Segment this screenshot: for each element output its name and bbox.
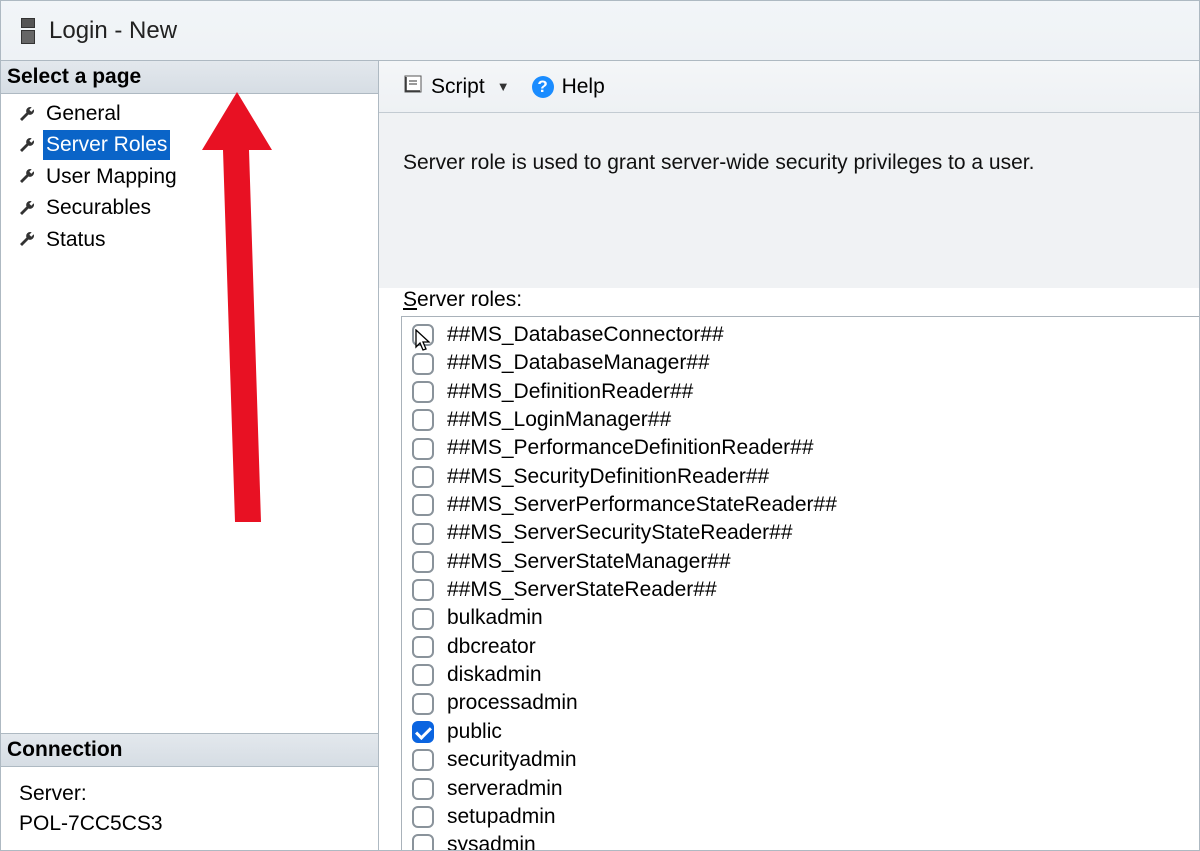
role-row[interactable]: serveradmin [408, 775, 1193, 803]
role-label: ##MS_ServerStateReader## [447, 576, 717, 604]
help-button[interactable]: ? Help [526, 73, 611, 101]
role-label: ##MS_ServerPerformanceStateReader## [447, 491, 837, 519]
page-item-user-mapping[interactable]: User Mapping [1, 161, 378, 192]
help-label: Help [562, 75, 605, 99]
role-label: bulkadmin [447, 604, 543, 632]
role-label: ##MS_DefinitionReader## [447, 378, 693, 406]
page-item-general[interactable]: General [1, 98, 378, 129]
role-row[interactable]: setupadmin [408, 803, 1193, 831]
role-label: setupadmin [447, 803, 556, 831]
right-panel: Script ▼ ? Help Server role is used to g… [379, 61, 1199, 850]
script-icon [403, 74, 423, 100]
role-checkbox[interactable] [412, 693, 434, 715]
role-checkbox[interactable] [412, 324, 434, 346]
wrench-icon [19, 137, 35, 153]
toolbar: Script ▼ ? Help [379, 61, 1199, 113]
page-list: GeneralServer Roles User MappingSecurable… [1, 94, 378, 733]
wrench-icon [19, 231, 35, 247]
role-checkbox[interactable] [412, 353, 434, 375]
server-roles-list: ##MS_DatabaseConnector####MS_DatabaseMan… [401, 316, 1199, 850]
role-checkbox[interactable] [412, 636, 434, 658]
window-title: Login - New [49, 17, 177, 45]
page-item-status[interactable]: Status [1, 224, 378, 255]
role-label: ##MS_ServerStateManager## [447, 548, 731, 576]
role-checkbox[interactable] [412, 523, 434, 545]
server-icon [21, 18, 35, 44]
role-label: ##MS_SecurityDefinitionReader## [447, 463, 769, 491]
description-text: Server role is used to grant server-wide… [379, 113, 1199, 288]
role-checkbox[interactable] [412, 664, 434, 686]
page-item-label: General [43, 99, 124, 128]
wrench-icon [19, 200, 35, 216]
role-row[interactable]: ##MS_PerformanceDefinitionReader## [408, 434, 1193, 462]
role-label: securityadmin [447, 746, 577, 774]
role-row[interactable]: public [408, 718, 1193, 746]
role-row[interactable]: ##MS_DatabaseConnector## [408, 321, 1193, 349]
role-checkbox[interactable] [412, 551, 434, 573]
page-item-label: Securables [43, 193, 154, 222]
role-row[interactable]: ##MS_LoginManager## [408, 406, 1193, 434]
role-checkbox[interactable] [412, 494, 434, 516]
role-checkbox[interactable] [412, 381, 434, 403]
role-label: ##MS_PerformanceDefinitionReader## [447, 434, 814, 462]
connection-body: Server: POL-7CC5CS3 [1, 767, 378, 850]
server-roles-label: Server roles: [379, 288, 1199, 316]
role-row[interactable]: ##MS_DefinitionReader## [408, 378, 1193, 406]
role-row[interactable]: dbcreator [408, 633, 1193, 661]
page-item-securables[interactable]: Securables [1, 192, 378, 223]
role-checkbox[interactable] [412, 466, 434, 488]
role-checkbox[interactable] [412, 834, 434, 850]
connection-header: Connection [1, 734, 378, 767]
titlebar: Login - New [1, 1, 1199, 61]
role-row[interactable]: bulkadmin [408, 604, 1193, 632]
login-new-dialog: Login - New Select a page GeneralServer … [0, 0, 1200, 851]
page-item-label: User Mapping [43, 162, 180, 191]
script-button[interactable]: Script ▼ [397, 72, 516, 102]
role-row[interactable]: ##MS_DatabaseManager## [408, 349, 1193, 377]
script-label: Script [431, 75, 485, 99]
page-item-label: Server Roles [43, 130, 170, 159]
role-label: ##MS_ServerSecurityStateReader## [447, 519, 793, 547]
role-row[interactable]: ##MS_ServerStateManager## [408, 548, 1193, 576]
role-label: serveradmin [447, 775, 563, 803]
role-label: diskadmin [447, 661, 542, 689]
role-row[interactable]: processadmin [408, 689, 1193, 717]
role-checkbox[interactable] [412, 778, 434, 800]
role-label: ##MS_DatabaseConnector## [447, 321, 724, 349]
role-row[interactable]: ##MS_ServerPerformanceStateReader## [408, 491, 1193, 519]
role-label: ##MS_DatabaseManager## [447, 349, 710, 377]
page-item-label: Status [43, 225, 109, 254]
connection-server-label: Server: [19, 779, 360, 808]
wrench-icon [19, 168, 35, 184]
role-label: dbcreator [447, 633, 536, 661]
wrench-icon [19, 106, 35, 122]
role-checkbox[interactable] [412, 409, 434, 431]
page-item-server-roles[interactable]: Server Roles [1, 129, 378, 160]
dialog-body: Select a page GeneralServer Roles User Ma… [1, 61, 1199, 850]
role-label: public [447, 718, 502, 746]
role-checkbox[interactable] [412, 579, 434, 601]
role-row[interactable]: ##MS_SecurityDefinitionReader## [408, 463, 1193, 491]
role-row[interactable]: ##MS_ServerSecurityStateReader## [408, 519, 1193, 547]
role-row[interactable]: diskadmin [408, 661, 1193, 689]
connection-section: Connection Server: POL-7CC5CS3 [1, 733, 378, 850]
role-row[interactable]: securityadmin [408, 746, 1193, 774]
role-checkbox[interactable] [412, 721, 434, 743]
role-label: sysadmin [447, 831, 536, 850]
role-checkbox[interactable] [412, 749, 434, 771]
help-icon: ? [532, 76, 554, 98]
content-area: Server role is used to grant server-wide… [379, 113, 1199, 850]
left-panel: Select a page GeneralServer Roles User Ma… [1, 61, 379, 850]
role-label: processadmin [447, 689, 578, 717]
role-checkbox[interactable] [412, 438, 434, 460]
role-label: ##MS_LoginManager## [447, 406, 671, 434]
role-checkbox[interactable] [412, 608, 434, 630]
role-checkbox[interactable] [412, 806, 434, 828]
role-row[interactable]: ##MS_ServerStateReader## [408, 576, 1193, 604]
chevron-down-icon[interactable]: ▼ [493, 79, 510, 94]
role-row[interactable]: sysadmin [408, 831, 1193, 850]
connection-server-value: POL-7CC5CS3 [19, 809, 360, 838]
select-page-header: Select a page [1, 61, 378, 94]
